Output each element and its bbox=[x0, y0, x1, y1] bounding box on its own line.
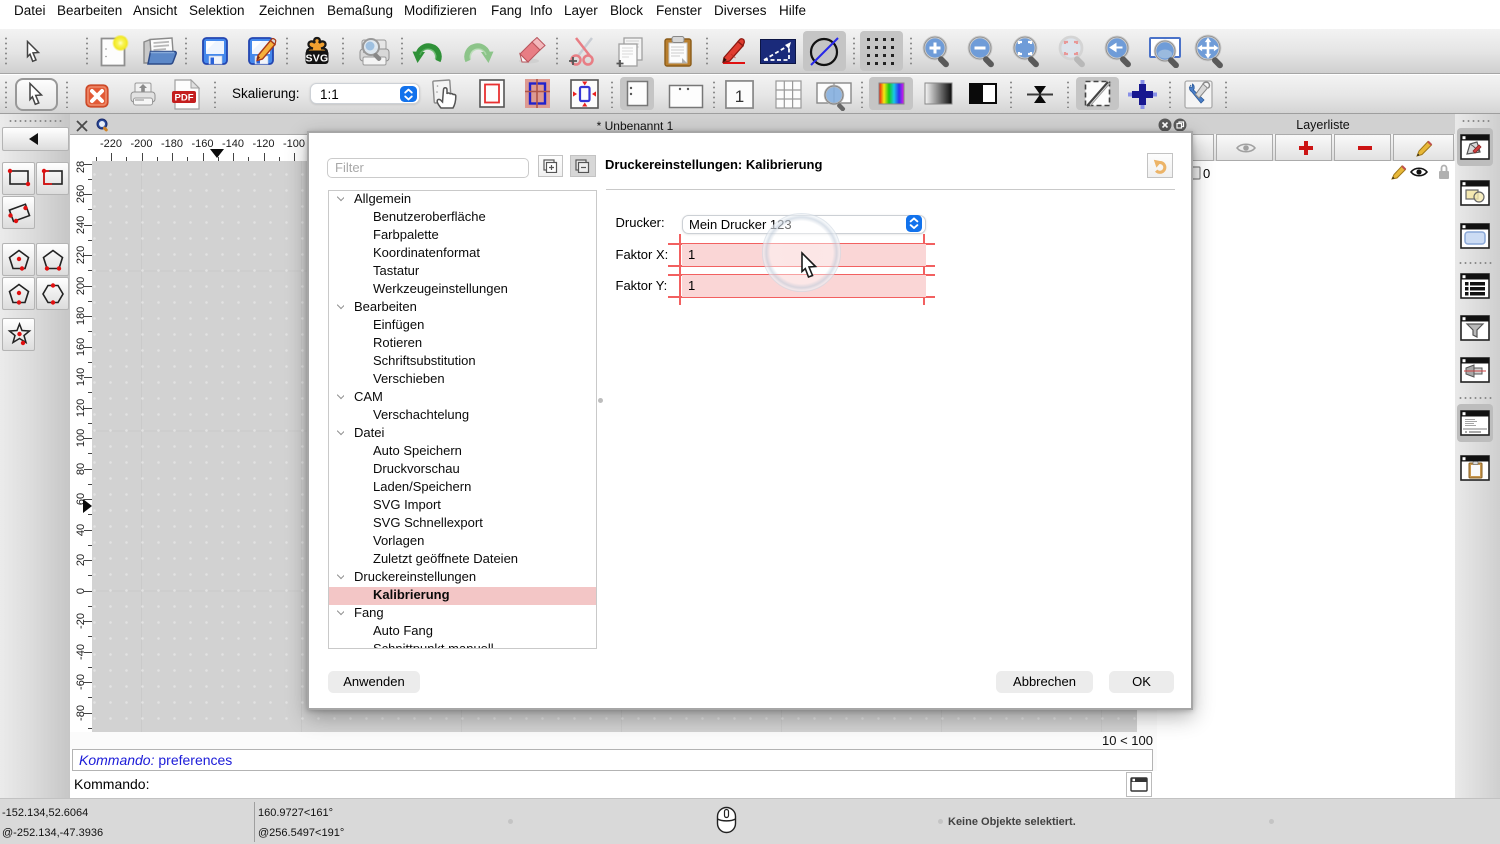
svg-text:SVG: SVG bbox=[305, 53, 328, 65]
svg-text:1: 1 bbox=[735, 87, 744, 106]
svg-text:PDF: PDF bbox=[175, 93, 194, 104]
